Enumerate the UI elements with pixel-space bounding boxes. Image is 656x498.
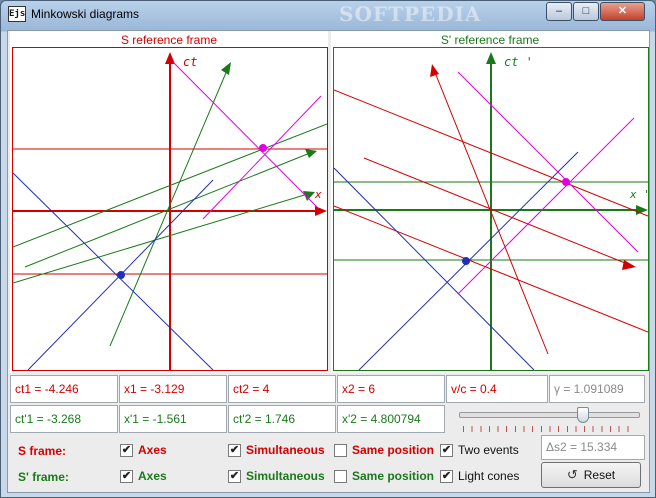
s-event-2 <box>259 144 267 152</box>
close-button[interactable]: ✕ <box>600 2 645 21</box>
sprime-frame-svg[interactable]: ct ' x ' <box>334 48 648 370</box>
sprime-frame-panel: S' reference frame ct ' x ' <box>331 31 649 373</box>
sp-axes-label: Axes <box>138 469 167 483</box>
sp-event-2 <box>562 178 570 186</box>
two-events-label: Two events <box>458 443 519 457</box>
s-frame-label: S frame: <box>18 444 67 458</box>
light-cones-checkbox-box[interactable]: ✔ <box>440 469 453 483</box>
window-title: Minkowski diagrams <box>31 7 140 21</box>
s-frame-svg[interactable]: ct x <box>13 48 327 370</box>
sp-frame-label: S' frame: <box>18 470 69 484</box>
app-window: Ejs Minkowski diagrams SOFTPEDIA – □ ✕ S… <box>0 0 656 498</box>
ctp1-field: ct'1 = -3.268 <box>10 405 118 433</box>
s-same-position-label: Same position <box>352 443 435 457</box>
s-axes-checkbox-box[interactable]: ✔ <box>120 443 133 457</box>
s-simultaneous-label: Simultaneous <box>246 443 325 457</box>
slider-thumb[interactable] <box>577 407 590 423</box>
sp-x-axis-in-s <box>13 192 312 284</box>
sp-light-cone-2a <box>457 71 639 253</box>
slider-ticks <box>463 426 636 432</box>
sprime-frame-title: S' reference frame <box>440 33 540 47</box>
sp-same-position-checkbox-box[interactable] <box>334 469 347 483</box>
sp-event-1 <box>462 257 470 265</box>
reset-button[interactable]: ↺ Reset <box>541 462 641 488</box>
s-event-1 <box>117 271 125 279</box>
sp-simultaneous-checkbox[interactable]: ✔ Simultaneous <box>228 469 325 483</box>
reset-icon: ↺ <box>566 467 578 482</box>
slider-track[interactable] <box>459 412 640 418</box>
x2-field[interactable]: x2 = 6 <box>337 375 445 403</box>
sp-axes-checkbox[interactable]: ✔ Axes <box>120 469 167 483</box>
ct1-field[interactable]: ct1 = -4.246 <box>10 375 118 403</box>
x1-field[interactable]: x1 = -3.129 <box>119 375 227 403</box>
s-light-cone-2a <box>172 61 319 209</box>
two-events-checkbox[interactable]: ✔ Two events <box>440 443 519 457</box>
sp-same-position-checkbox[interactable]: Same position <box>334 469 434 483</box>
s-same-position-checkbox-box[interactable] <box>334 443 347 457</box>
sp-ct-label: ct ' <box>504 55 533 69</box>
s-x-axis-in-sp-arrow <box>622 260 636 270</box>
two-events-checkbox-box[interactable]: ✔ <box>440 443 453 457</box>
s-x-axis-in-sp <box>363 157 631 266</box>
s-ct-label: ct <box>183 55 197 69</box>
sp-same-position-label: Same position <box>352 469 435 483</box>
sp-light-cone-1a <box>334 167 535 370</box>
s-axes-checkbox[interactable]: ✔ Axes <box>120 443 167 457</box>
s-axes-label: Axes <box>138 443 167 457</box>
client-area: S reference frame ct x S' reference fram… <box>7 30 650 493</box>
reset-label: Reset <box>583 468 616 482</box>
s-simultaneous-checkbox[interactable]: ✔ Simultaneous <box>228 443 325 457</box>
sprime-frame-diagram[interactable]: ct ' x ' <box>333 47 649 371</box>
s-same-position-checkbox[interactable]: Same position <box>334 443 434 457</box>
velocity-slider[interactable] <box>457 406 642 434</box>
sp-simultaneous-line-arrow <box>305 149 317 158</box>
sp-ct-axis-in-s-arrow <box>221 62 231 75</box>
s-x-label: x <box>314 188 322 201</box>
s-simultaneous-checkbox-box[interactable]: ✔ <box>228 443 241 457</box>
interval-field: Δs2 = 15.334 <box>541 435 645 460</box>
s-frame-diagram[interactable]: ct x <box>12 47 328 371</box>
velocity-field[interactable]: v/c = 0.4 <box>446 375 548 403</box>
maximize-button[interactable]: □ <box>573 2 599 21</box>
sp-simultaneous-label: Simultaneous <box>246 469 325 483</box>
sp-ct-axis-arrow <box>486 52 496 64</box>
ctp2-field: ct'2 = 1.746 <box>228 405 336 433</box>
s-ct-axis-in-sp-arrow <box>430 64 439 77</box>
minimize-button[interactable]: – <box>546 2 572 21</box>
app-icon: Ejs <box>8 6 26 22</box>
ct2-field[interactable]: ct2 = 4 <box>228 375 336 403</box>
softpedia-watermark: SOFTPEDIA <box>339 2 482 26</box>
sp-axes-checkbox-box[interactable]: ✔ <box>120 469 133 483</box>
s-frame-panel: S reference frame ct x <box>10 31 328 373</box>
s-light-cone-2b <box>202 95 322 220</box>
sp-simultaneous-checkbox-box[interactable]: ✔ <box>228 469 241 483</box>
title-bar[interactable]: Ejs Minkowski diagrams SOFTPEDIA – □ ✕ <box>1 1 655 29</box>
s-light-cone-1a <box>13 172 214 370</box>
gamma-field: γ = 1.091089 <box>549 375 645 403</box>
xp2-field: x'2 = 4.800794 <box>337 405 445 433</box>
xp1-field: x'1 = -1.561 <box>119 405 227 433</box>
light-cones-checkbox[interactable]: ✔ Light cones <box>440 469 519 483</box>
s-frame-title: S reference frame <box>120 33 218 47</box>
sp-x-label: x ' <box>629 188 648 201</box>
light-cones-label: Light cones <box>458 469 520 483</box>
